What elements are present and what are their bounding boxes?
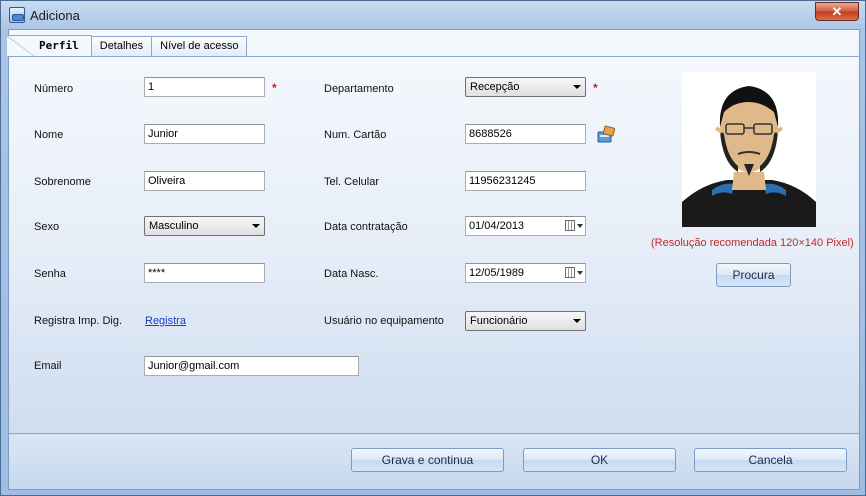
tab-detalhes[interactable]: Detalhes: [90, 36, 153, 56]
numero-input[interactable]: 1: [144, 77, 265, 97]
chevron-down-icon: [577, 224, 583, 228]
sobrenome-label: Sobrenome: [34, 176, 91, 188]
celular-label: Tel. Celular: [324, 176, 380, 188]
ok-button[interactable]: OK: [523, 448, 676, 472]
close-button[interactable]: ✕: [815, 2, 859, 21]
browse-photo-button[interactable]: Procura: [716, 263, 791, 287]
save-continue-button[interactable]: Grava e continua: [351, 448, 504, 472]
nasc-label: Data Nasc.: [324, 268, 379, 280]
departamento-label: Departamento: [324, 83, 394, 95]
cartao-input[interactable]: 8688526: [465, 124, 586, 144]
calendar-dropdown-button[interactable]: [565, 220, 583, 232]
usuario-label: Usuário no equipamento: [324, 315, 444, 327]
user-photo: [682, 72, 816, 227]
celular-input[interactable]: 11956231245: [465, 171, 586, 191]
calendar-icon: [565, 267, 575, 278]
tab-perfil[interactable]: Perfil: [7, 35, 92, 57]
numero-label: Número: [34, 83, 74, 95]
tab-strip: Perfil Detalhes Nível de acesso: [7, 35, 248, 57]
departamento-required-mark: *: [593, 81, 598, 95]
registra-label: Registra Imp. Dig.: [34, 315, 123, 327]
cancel-button[interactable]: Cancela: [694, 448, 847, 472]
card-reader-icon[interactable]: [596, 125, 616, 145]
cartao-label: Num. Cartão: [324, 129, 387, 141]
calendar-dropdown-button[interactable]: [565, 267, 583, 279]
email-label: Email: [34, 360, 62, 372]
nome-input[interactable]: Junior: [144, 124, 265, 144]
window-title: Adiciona: [30, 8, 80, 23]
chevron-down-icon: [573, 85, 581, 89]
nasc-value: 12/05/1989: [469, 267, 525, 279]
usuario-select[interactable]: Funcionário: [465, 311, 586, 331]
tab-nivel-acesso[interactable]: Nível de acesso: [151, 36, 248, 56]
app-icon: [9, 7, 25, 23]
sexo-select[interactable]: Masculino: [144, 216, 265, 236]
sexo-label: Sexo: [34, 221, 60, 233]
departamento-select[interactable]: Recepção: [465, 77, 586, 97]
contratacao-value: 01/04/2013: [469, 220, 525, 232]
departamento-value: Recepção: [470, 81, 520, 93]
chevron-down-icon: [577, 271, 583, 275]
nome-label: Nome: [34, 129, 64, 141]
resolution-note: (Resolução recomendada 120×140 Pixel): [651, 237, 854, 249]
nasc-date-picker[interactable]: 12/05/1989: [465, 263, 586, 283]
chevron-down-icon: [252, 224, 260, 228]
sexo-value: Masculino: [149, 220, 199, 232]
numero-required-mark: *: [272, 81, 277, 95]
chevron-down-icon: [573, 319, 581, 323]
senha-input[interactable]: ****: [144, 263, 265, 283]
sobrenome-input[interactable]: Oliveira: [144, 171, 265, 191]
calendar-icon: [565, 220, 575, 231]
senha-label: Senha: [34, 268, 66, 280]
dialog-window: Adiciona ✕ Perfil Detalhes Nível de aces…: [0, 0, 866, 496]
registra-link[interactable]: Registra: [145, 315, 186, 327]
email-input[interactable]: Junior@gmail.com: [144, 356, 359, 376]
usuario-value: Funcionário: [470, 315, 528, 327]
title-bar[interactable]: Adiciona ✕: [1, 1, 865, 29]
contratacao-label: Data contratação: [324, 221, 408, 233]
contratacao-date-picker[interactable]: 01/04/2013: [465, 216, 586, 236]
